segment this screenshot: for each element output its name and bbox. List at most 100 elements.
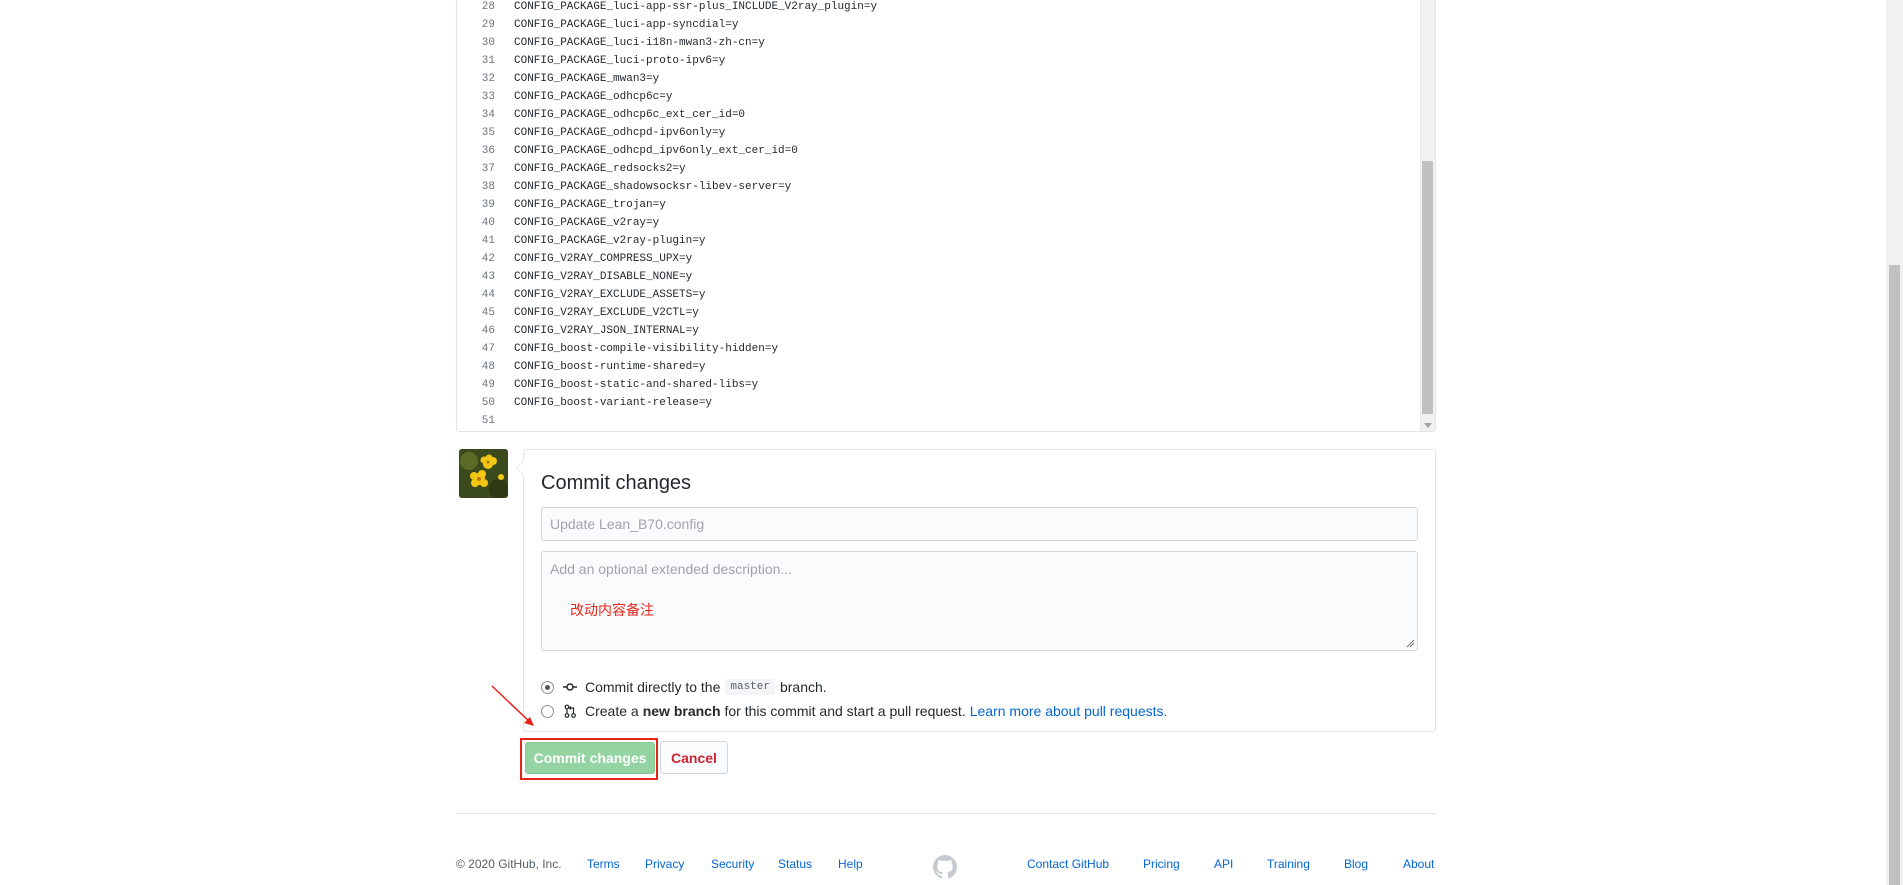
footer-copyright: © 2020 GitHub, Inc. — [456, 857, 562, 871]
radio-new-branch[interactable] — [541, 704, 554, 718]
line-text: CONFIG_PACKAGE_odhcpd_ipv6only_ext_cer_i… — [514, 145, 798, 157]
line-text: CONFIG_V2RAY_DISABLE_NONE=y — [514, 271, 693, 283]
code-line[interactable]: 37 CONFIG_PACKAGE_redsocks2=y — [457, 160, 1419, 178]
page-scrollbar-thumb[interactable] — [1889, 265, 1900, 885]
line-number: 28 — [481, 1, 495, 13]
git-pull-request-icon — [563, 704, 577, 718]
line-text: CONFIG_PACKAGE_odhcpd-ipv6only=y — [514, 127, 726, 139]
radio-commit-direct[interactable] — [541, 680, 554, 694]
line-number: 37 — [481, 163, 495, 175]
line-number: 40 — [481, 217, 495, 229]
line-text: CONFIG_PACKAGE_luci-app-syncdial=y — [514, 19, 739, 31]
line-number: 43 — [481, 271, 495, 283]
line-text: CONFIG_V2RAY_EXCLUDE_V2CTL=y — [514, 307, 699, 319]
line-number: 31 — [481, 55, 495, 67]
footer: © 2020 GitHub, Inc. Terms Privacy Securi… — [456, 855, 1436, 879]
code-line[interactable]: 42 CONFIG_V2RAY_COMPRESS_UPX=y — [457, 250, 1419, 268]
footer-link-training[interactable]: Training — [1267, 857, 1310, 871]
line-number: 39 — [481, 199, 495, 211]
code-line[interactable]: 48 CONFIG_boost-runtime-shared=y — [457, 358, 1419, 376]
github-logo-icon[interactable] — [933, 855, 957, 879]
code-line[interactable]: 46 CONFIG_V2RAY_JSON_INTERNAL=y — [457, 322, 1419, 340]
line-text: CONFIG_PACKAGE_shadowsocksr-libev-server… — [514, 181, 792, 193]
code-line[interactable]: 50 CONFIG_boost-variant-release=y — [457, 394, 1419, 412]
line-text: CONFIG_PACKAGE_odhcp6c=y — [514, 91, 673, 103]
line-text: CONFIG_PACKAGE_odhcp6c_ext_cer_id=0 — [514, 109, 746, 121]
code-editor[interactable]: 28 CONFIG_PACKAGE_luci-app-ssr-plus_INCLU… — [456, 0, 1436, 432]
line-number: 45 — [481, 307, 495, 319]
code-line[interactable]: 45 CONFIG_V2RAY_EXCLUDE_V2CTL=y — [457, 304, 1419, 322]
line-number: 29 — [481, 19, 495, 31]
line-text: CONFIG_V2RAY_EXCLUDE_ASSETS=y — [514, 289, 706, 301]
code-line[interactable]: 51 — [457, 412, 1419, 430]
line-number: 30 — [481, 37, 495, 49]
option-new-branch[interactable]: Create a new branch for this commit and … — [541, 702, 1167, 720]
line-text: CONFIG_PACKAGE_v2ray=y — [514, 217, 660, 229]
footer-link-security[interactable]: Security — [711, 857, 754, 871]
line-text: CONFIG_PACKAGE_mwan3=y — [514, 73, 660, 85]
line-number: 36 — [481, 145, 495, 157]
footer-link-privacy[interactable]: Privacy — [645, 857, 684, 871]
code-line[interactable]: 28 CONFIG_PACKAGE_luci-app-ssr-plus_INCLU… — [457, 0, 1419, 16]
code-line[interactable]: 41 CONFIG_PACKAGE_v2ray-plugin=y — [457, 232, 1419, 250]
code-line[interactable]: 33 CONFIG_PACKAGE_odhcp6c=y — [457, 88, 1419, 106]
footer-link-help[interactable]: Help — [838, 857, 863, 871]
line-number: 51 — [481, 415, 495, 427]
code-line[interactable]: 29 CONFIG_PACKAGE_luci-app-syncdial=y — [457, 16, 1419, 34]
line-number: 50 — [481, 397, 495, 409]
line-text: CONFIG_V2RAY_COMPRESS_UPX=y — [514, 253, 693, 265]
line-number: 33 — [481, 91, 495, 103]
line-text: CONFIG_PACKAGE_luci-app-ssr-plus_INCLUDE… — [514, 1, 878, 13]
code-line[interactable]: 40 CONFIG_PACKAGE_v2ray=y — [457, 214, 1419, 232]
code-line[interactable]: 38 CONFIG_PACKAGE_shadowsocksr-libev-serv… — [457, 178, 1419, 196]
code-line[interactable]: 39 CONFIG_PACKAGE_trojan=y — [457, 196, 1419, 214]
line-number: 34 — [481, 109, 495, 121]
commit-changes-button[interactable]: Commit changes — [525, 742, 655, 774]
option-commit-direct[interactable]: Commit directly to the master branch. — [541, 678, 827, 696]
footer-link-pricing[interactable]: Pricing — [1143, 857, 1180, 871]
line-number: 35 — [481, 127, 495, 139]
code-line[interactable]: 31 CONFIG_PACKAGE_luci-proto-ipv6=y — [457, 52, 1419, 70]
line-number: 48 — [481, 361, 495, 373]
footer-link-api[interactable]: API — [1214, 857, 1233, 871]
line-text: CONFIG_V2RAY_JSON_INTERNAL=y — [514, 325, 699, 337]
learn-more-pull-requests-link[interactable]: Learn more about pull requests. — [970, 703, 1168, 719]
code-line[interactable]: 36 CONFIG_PACKAGE_odhcpd_ipv6only_ext_cer… — [457, 142, 1419, 160]
line-text: CONFIG_boost-compile-visibility-hidden=y — [514, 343, 779, 355]
line-text: CONFIG_PACKAGE_trojan=y — [514, 199, 666, 211]
code-line[interactable]: 44 CONFIG_V2RAY_EXCLUDE_ASSETS=y — [457, 286, 1419, 304]
resize-grip-icon[interactable] — [1406, 639, 1415, 648]
line-text: CONFIG_boost-runtime-shared=y — [514, 361, 706, 373]
line-number: 42 — [481, 253, 495, 265]
code-line[interactable]: 34 CONFIG_PACKAGE_odhcp6c_ext_cer_id=0 — [457, 106, 1419, 124]
footer-link-about[interactable]: About — [1403, 857, 1434, 871]
commit-description-textarea[interactable]: Add an optional extended description... … — [541, 551, 1418, 651]
scroll-down-arrow-icon[interactable] — [1424, 423, 1432, 428]
avatar — [459, 449, 508, 498]
editor-scrollbar-thumb[interactable] — [1422, 161, 1433, 414]
annotation-note: 改动内容备注 — [570, 603, 654, 619]
branch-name: master — [725, 679, 775, 695]
code-line[interactable]: 32 CONFIG_PACKAGE_mwan3=y — [457, 70, 1419, 88]
code-line[interactable]: 30 CONFIG_PACKAGE_luci-i18n-mwan3-zh-cn=y — [457, 34, 1419, 52]
code-line[interactable]: 35 CONFIG_PACKAGE_odhcpd-ipv6only=y — [457, 124, 1419, 142]
line-number: 46 — [481, 325, 495, 337]
option-new-prefix: Create a — [585, 703, 639, 719]
code-line[interactable]: 49 CONFIG_boost-static-and-shared-libs=y — [457, 376, 1419, 394]
line-text: CONFIG_boost-variant-release=y — [514, 397, 713, 409]
commit-form: Commit changes Add an optional extended … — [516, 449, 1436, 732]
footer-link-contact[interactable]: Contact GitHub — [1027, 857, 1109, 871]
footer-link-blog[interactable]: Blog — [1344, 857, 1368, 871]
page-scrollbar[interactable] — [1886, 0, 1903, 885]
line-number: 49 — [481, 379, 495, 391]
code-line[interactable]: 47 CONFIG_boost-compile-visibility-hidden… — [457, 340, 1419, 358]
line-number: 41 — [481, 235, 495, 247]
commit-summary-input[interactable] — [541, 507, 1418, 541]
editor-scrollbar[interactable] — [1420, 0, 1435, 431]
footer-link-status[interactable]: Status — [778, 857, 812, 871]
cancel-button[interactable]: Cancel — [660, 741, 728, 774]
line-text: CONFIG_PACKAGE_luci-i18n-mwan3-zh-cn=y — [514, 37, 765, 49]
code-line[interactable]: 43 CONFIG_V2RAY_DISABLE_NONE=y — [457, 268, 1419, 286]
footer-link-terms[interactable]: Terms — [587, 857, 620, 871]
line-text: CONFIG_boost-static-and-shared-libs=y — [514, 379, 759, 391]
